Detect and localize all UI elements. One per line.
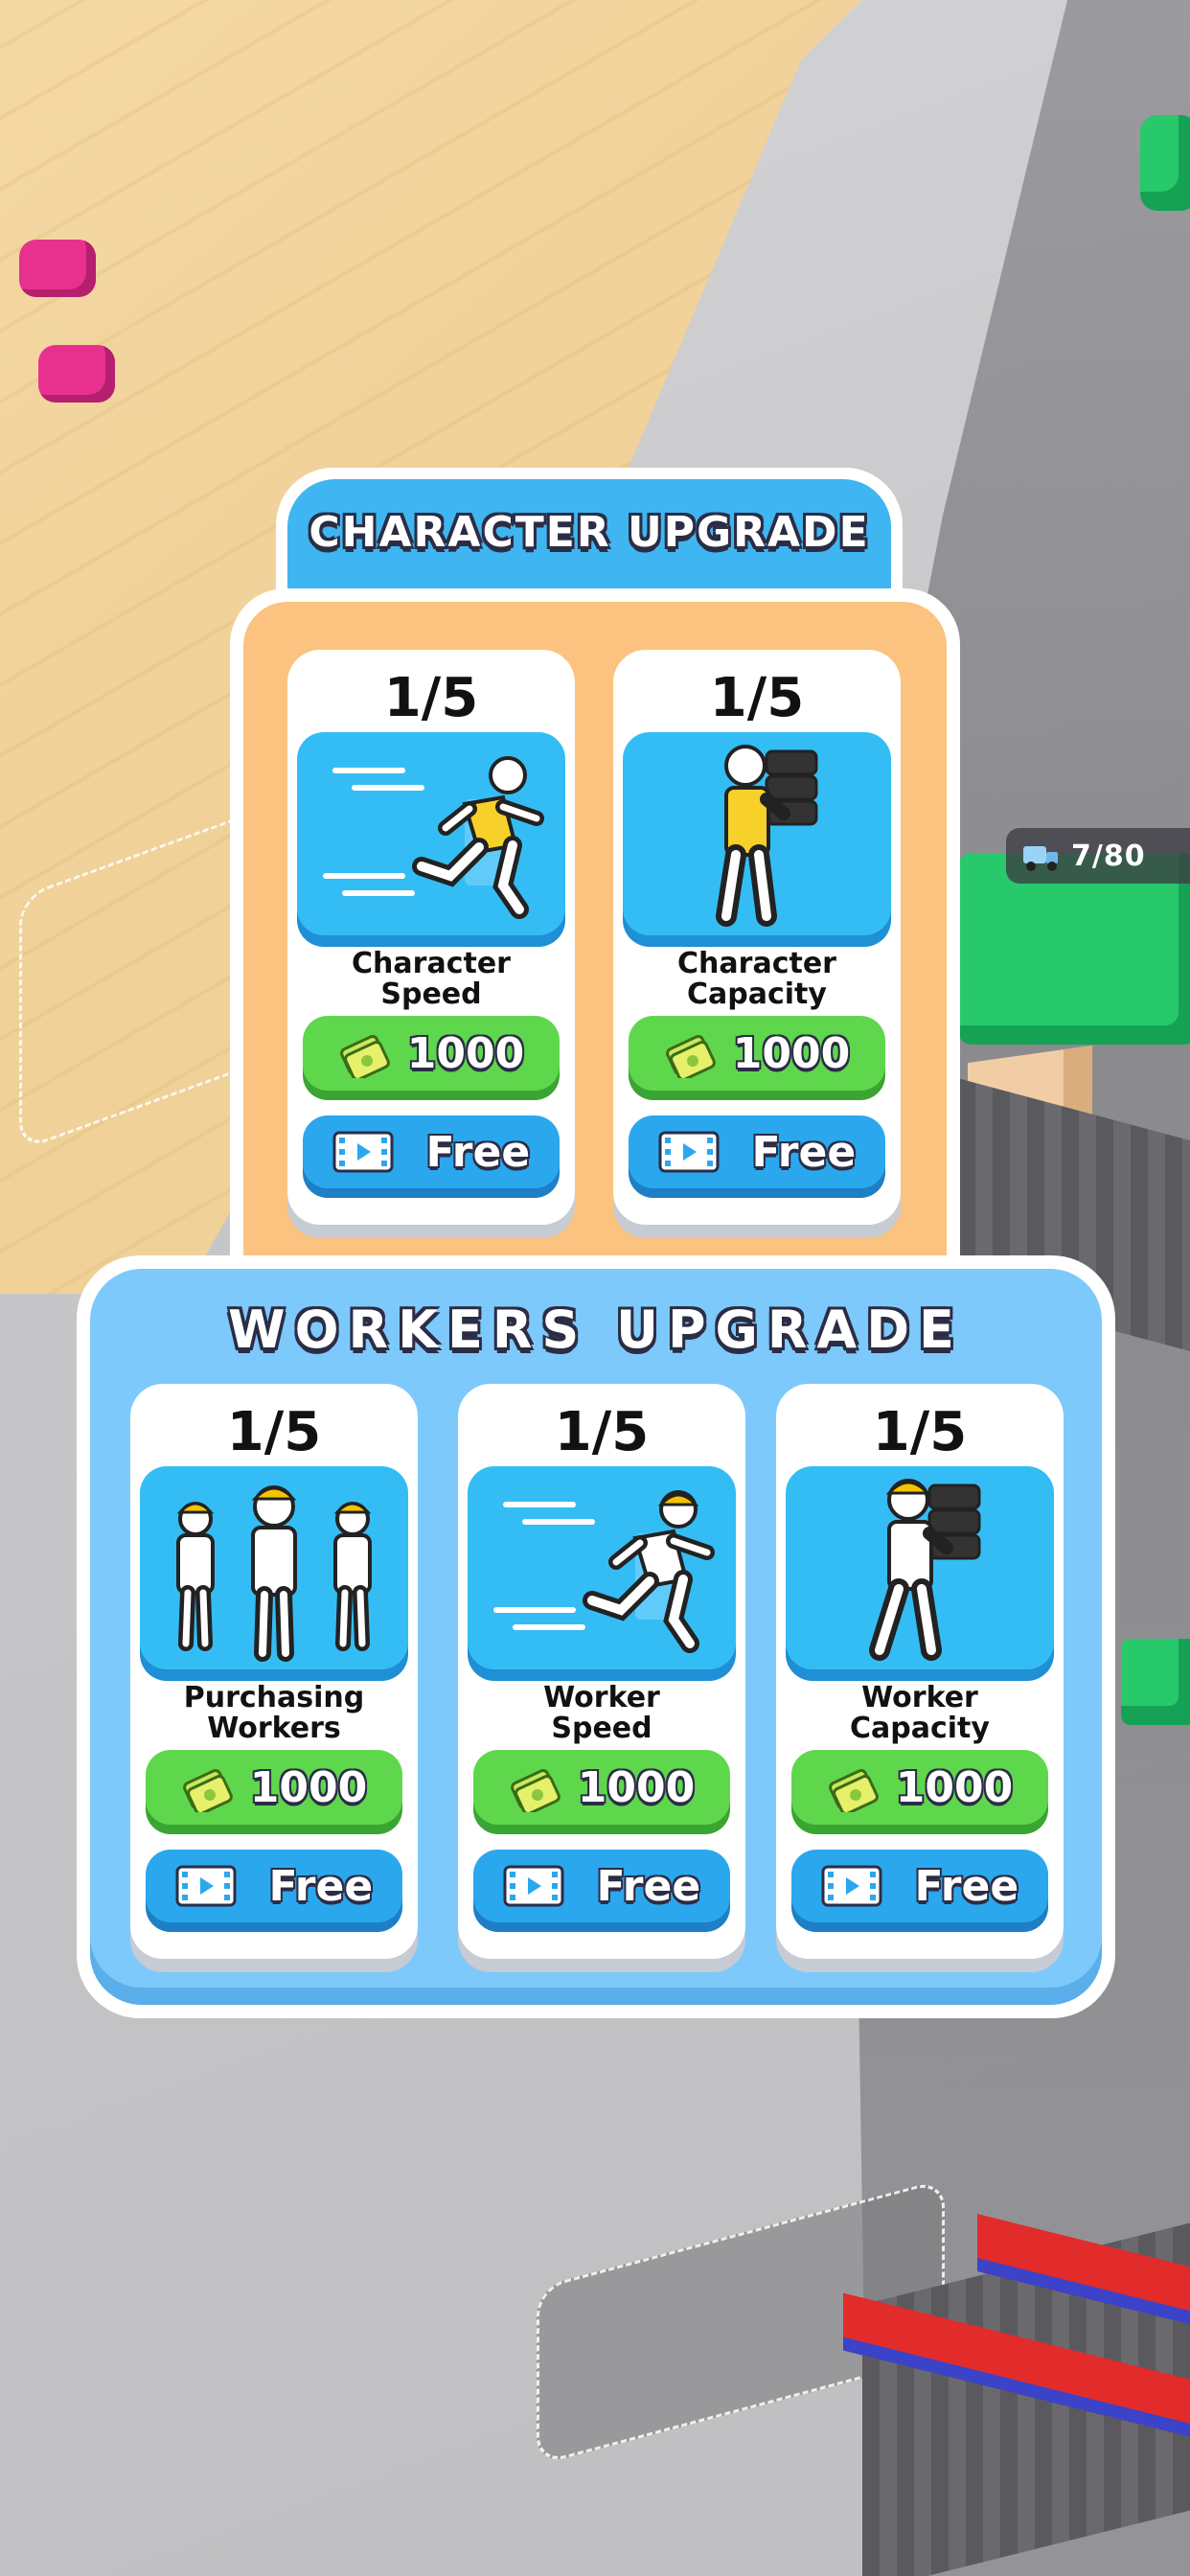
pink-toy	[19, 240, 96, 297]
video-ad-icon	[658, 1131, 720, 1173]
workers-upgrade-title: WORKERS UPGRADE	[228, 1300, 964, 1360]
cash-icon	[828, 1769, 879, 1812]
cash-icon	[339, 1035, 390, 1078]
truck-icon	[1023, 846, 1058, 871]
worker-group-icon	[140, 1466, 408, 1669]
watch-ad-free-button[interactable]: Free	[146, 1850, 402, 1922]
buy-with-cash-button[interactable]: 1000	[146, 1750, 402, 1825]
character-speed-card: 1/5 Character Speed 1000 Free	[287, 650, 575, 1225]
video-ad-icon	[175, 1865, 237, 1907]
upgrade-name: Purchasing Workers	[183, 1681, 365, 1745]
buy-with-cash-button[interactable]: 1000	[303, 1016, 560, 1091]
green-block	[1140, 115, 1190, 211]
running-worker-icon	[468, 1466, 736, 1669]
level-label: 1/5	[554, 1401, 650, 1463]
counter-text: 7/80	[1071, 839, 1146, 873]
character-upgrade-tab: CHARACTER UPGRADE	[276, 468, 903, 602]
level-label: 1/5	[226, 1401, 322, 1463]
level-label: 1/5	[709, 667, 805, 729]
video-ad-icon	[503, 1865, 564, 1907]
buy-with-cash-button[interactable]: 1000	[791, 1750, 1048, 1825]
cash-icon	[510, 1769, 561, 1812]
upgrade-name: Character Speed	[352, 947, 511, 1011]
stock-counter: 7/80	[1006, 828, 1190, 884]
worker-capacity-card: 1/5 Worker Capacity 1000 Free	[776, 1384, 1064, 1959]
carrying-character-icon	[623, 732, 891, 935]
cash-icon	[665, 1035, 716, 1078]
level-label: 1/5	[383, 667, 479, 729]
toy-pile	[1121, 1639, 1190, 1725]
buy-with-cash-button[interactable]: 1000	[473, 1750, 730, 1825]
worker-speed-card: 1/5 Worker Speed 1000 Free	[458, 1384, 745, 1959]
watch-ad-free-button[interactable]: Free	[473, 1850, 730, 1922]
buy-with-cash-button[interactable]: 1000	[629, 1016, 885, 1091]
character-capacity-card: 1/5 Character Capacity 1000 Free	[613, 650, 901, 1225]
character-upgrade-title: CHARACTER UPGRADE	[309, 508, 870, 557]
upgrade-name: Character Capacity	[677, 947, 836, 1011]
workers-upgrade-panel: WORKERS UPGRADE 1/5 Purchasing Workers 1…	[77, 1255, 1115, 2018]
cash-icon	[182, 1769, 233, 1812]
upgrade-name: Worker Speed	[543, 1681, 660, 1745]
watch-ad-free-button[interactable]: Free	[791, 1850, 1048, 1922]
level-label: 1/5	[872, 1401, 968, 1463]
watch-ad-free-button[interactable]: Free	[629, 1116, 885, 1188]
carrying-worker-icon	[786, 1466, 1054, 1669]
upgrade-name: Worker Capacity	[850, 1681, 990, 1745]
watch-ad-free-button[interactable]: Free	[303, 1116, 560, 1188]
character-upgrade-panel: 1/5 Character Speed 1000 Free 1/5 Charac…	[230, 588, 960, 1278]
pink-toy	[38, 345, 115, 402]
video-ad-icon	[332, 1131, 394, 1173]
running-character-icon	[297, 732, 565, 935]
video-ad-icon	[821, 1865, 882, 1907]
purchasing-workers-card: 1/5 Purchasing Workers 1000 Free	[130, 1384, 418, 1959]
